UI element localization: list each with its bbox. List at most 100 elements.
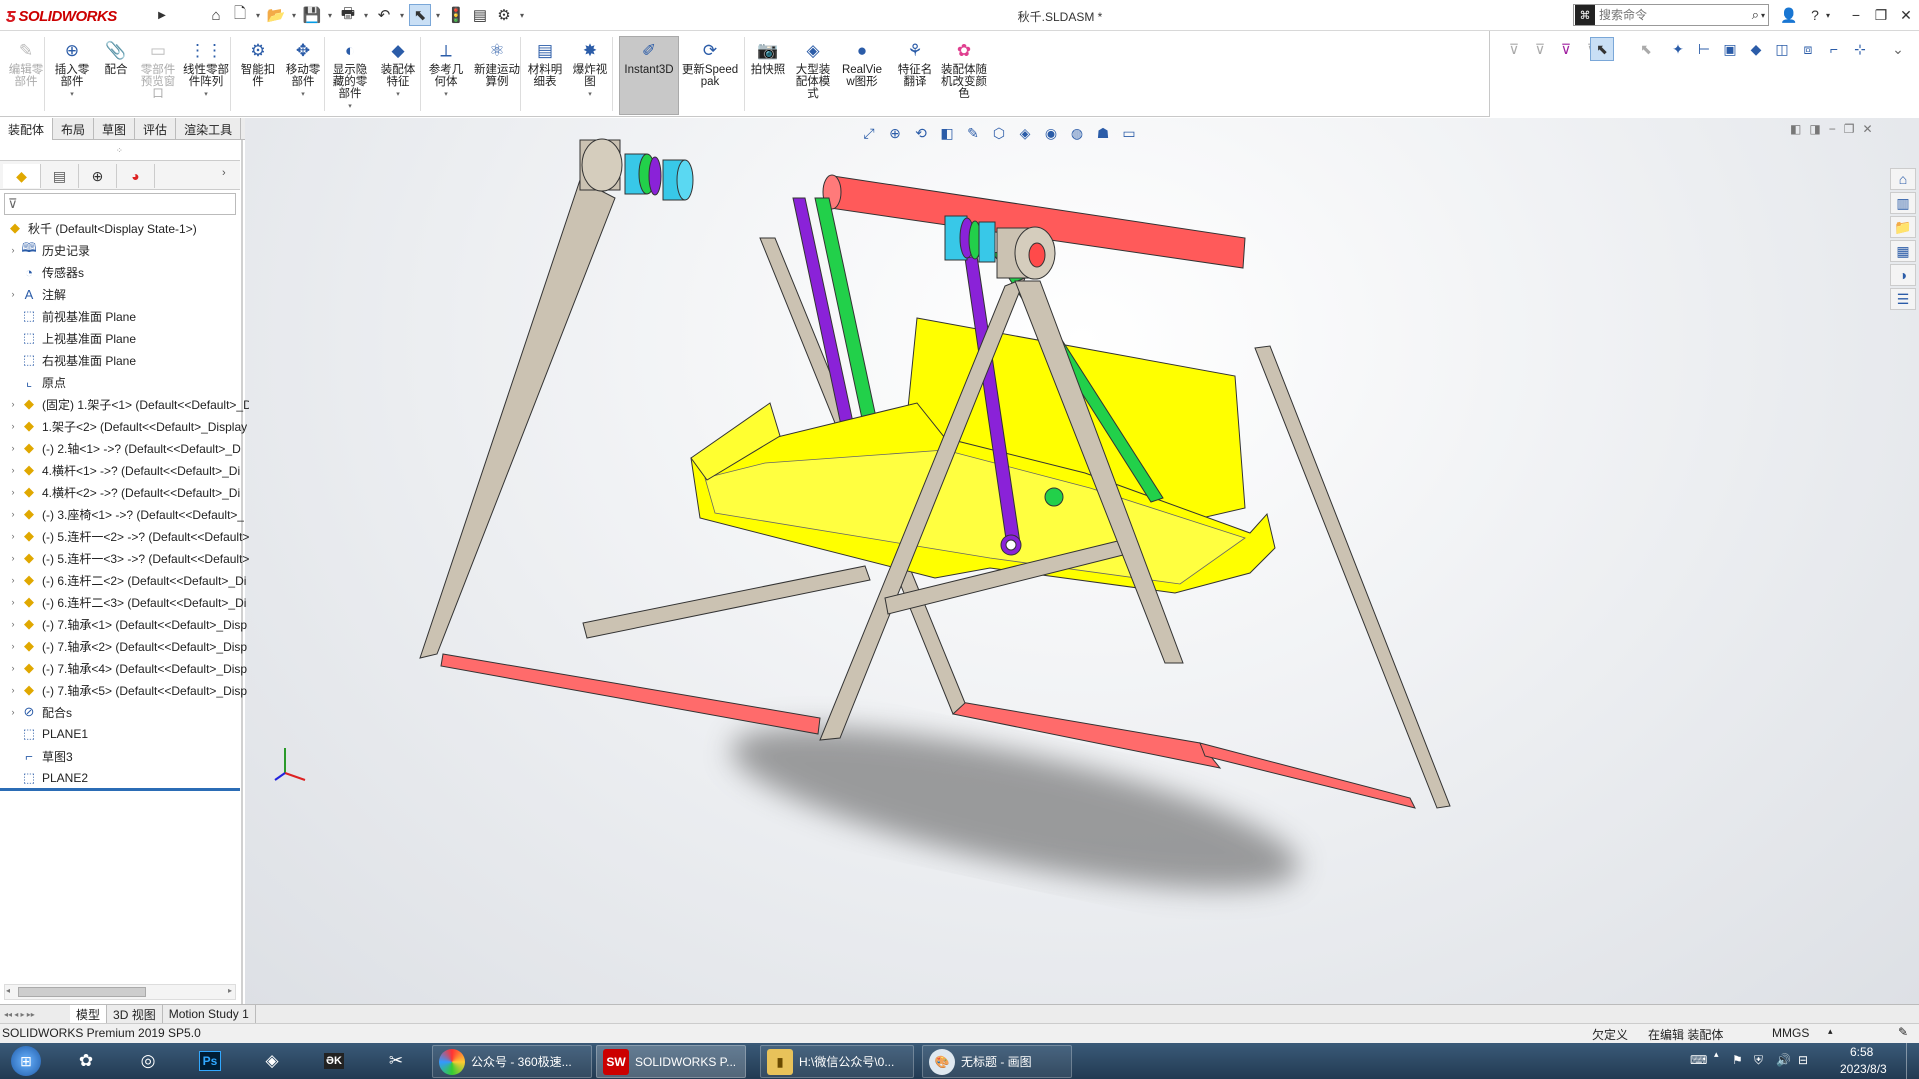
file-properties-icon[interactable]: ▤ — [469, 4, 491, 26]
chevron-right-icon[interactable]: › — [6, 399, 20, 409]
restore-icon[interactable]: ❐ — [1870, 4, 1892, 26]
component-select-icon[interactable]: ◆ — [1744, 37, 1768, 61]
tab-nav-icons[interactable]: ◂◂ ◂ ▸ ▸▸ — [0, 1010, 70, 1019]
chevron-down-icon[interactable]: ▾ — [517, 11, 527, 20]
chevron-right-icon[interactable]: › — [6, 245, 20, 255]
pinned-app-3-icon[interactable]: ƏK — [310, 1045, 358, 1077]
appearances-icon[interactable]: ◑ — [1890, 264, 1916, 286]
zoom-to-fit-icon[interactable]: ⤢ — [858, 122, 880, 144]
security-icon[interactable]: ⛨ — [1754, 1053, 1763, 1068]
select-over-geometry-icon[interactable]: ⬉ — [1634, 37, 1658, 61]
chevron-down-icon[interactable]: ▾ — [397, 11, 407, 20]
ribbon-button-snapshot[interactable]: 📷 拍快照 — [746, 39, 790, 76]
tree-item[interactable]: › ⊘ 配合s — [6, 701, 249, 723]
edit-appearance-icon[interactable]: ◍ — [1066, 122, 1088, 144]
ribbon-button-realview[interactable]: ● RealView图形 — [838, 39, 886, 88]
tree-item[interactable]: › ◆ (-) 6.连杆二<3> (Default<<Default>_Di — [6, 591, 249, 613]
units-selector[interactable]: MMGS — [1772, 1026, 1809, 1040]
viewport-close-icon[interactable]: ✕ — [1862, 122, 1872, 136]
chevron-down-icon[interactable]: ▾ — [70, 89, 74, 101]
tab-4[interactable]: 渲染工具 — [176, 118, 242, 140]
tree-item[interactable]: ◔ 传感器s — [6, 261, 249, 283]
ribbon-button-reference-geometry[interactable]: ⟂ 参考几何体 ▾ — [424, 39, 468, 101]
graphics-area[interactable] — [245, 118, 1919, 1004]
ribbon-button-feature-translate[interactable]: ⚘ 特征名翻译 — [893, 39, 937, 88]
tree-item[interactable]: ⬚ 上视基准面 Plane — [6, 327, 249, 349]
chevron-down-icon[interactable]: ▾ — [348, 101, 352, 113]
filter-edges-icon[interactable]: ⊽ — [1528, 37, 1552, 61]
filter-faces-icon[interactable]: ⊽ — [1554, 37, 1578, 61]
tree-item[interactable]: › 🕮 历史记录 — [6, 239, 249, 261]
chevron-right-icon[interactable]: › — [6, 443, 20, 453]
view-orientation-icon[interactable]: ⬡ — [988, 122, 1010, 144]
chevron-down-icon[interactable]: ▾ — [289, 11, 299, 20]
chevron-right-icon[interactable]: › — [6, 289, 20, 299]
tree-item[interactable]: › ◆ 4.横杆<1> ->? (Default<<Default>_Di — [6, 459, 249, 481]
task-explorer[interactable]: ▮ H:\微信公众号\0... — [760, 1045, 914, 1078]
chevron-right-icon[interactable]: › — [6, 575, 20, 585]
options-gear-icon[interactable]: ⚙ — [493, 4, 515, 26]
search-icon[interactable]: ⌕ — [1750, 7, 1761, 23]
scrollbar-thumb[interactable] — [18, 987, 146, 997]
user-icon[interactable]: 👤 — [1778, 4, 1800, 26]
chevron-down-icon[interactable]: ▾ — [588, 89, 592, 101]
pinned-app-2-icon[interactable]: ◈ — [248, 1045, 296, 1077]
search-input[interactable] — [1595, 6, 1750, 24]
display-manager-tab-icon[interactable]: ◕ — [117, 164, 155, 188]
start-button-icon[interactable]: ⊞ — [2, 1045, 50, 1077]
face-select-icon[interactable]: ⧈ — [1796, 37, 1820, 61]
ribbon-button-insert-component[interactable]: ⊕ 插入零部件 ▾ — [50, 39, 94, 101]
chevron-right-icon[interactable]: › — [6, 531, 20, 541]
ribbon-button-new-motion-study[interactable]: ⚛ 新建运动算例 — [474, 39, 520, 88]
chevron-right-icon[interactable]: › — [6, 597, 20, 607]
ribbon-button-move-component[interactable]: ✥ 移动零部件 ▾ — [282, 39, 324, 101]
tree-item[interactable]: ⬚ PLANE1 — [6, 723, 249, 745]
ribbon-button-random-color[interactable]: ✿ 装配体随机改变颜色 — [940, 39, 988, 100]
chevron-right-icon[interactable]: › — [6, 619, 20, 629]
apply-scene-icon[interactable]: ☗ — [1092, 122, 1114, 144]
feature-manager-tab-icon[interactable]: ◆ — [3, 164, 41, 188]
clock-date[interactable]: 2023/8/3 — [1840, 1062, 1887, 1076]
plane-select-icon[interactable]: ▣ — [1718, 37, 1742, 61]
volume-icon[interactable]: 🔊 — [1776, 1053, 1791, 1067]
open-icon[interactable]: 📂 — [265, 4, 287, 26]
save-icon[interactable]: 💾 — [301, 4, 323, 26]
previous-view-icon[interactable]: ⟲ — [910, 122, 932, 144]
tab-1[interactable]: 布局 — [53, 118, 95, 140]
rollback-bar[interactable] — [0, 788, 240, 791]
chevron-right-icon[interactable]: › — [6, 707, 20, 717]
solidworks-logo[interactable]: ƽ SOLIDWORKS — [6, 2, 152, 30]
minimize-icon[interactable]: − — [1845, 4, 1867, 26]
ribbon-button-linear-pattern[interactable]: ⋮⋮ 线性零部件阵列 ▾ — [178, 39, 234, 101]
task-paint[interactable]: 🎨 无标题 - 画图 — [922, 1045, 1072, 1078]
viewport-tile-left-icon[interactable]: ◧ — [1790, 122, 1801, 136]
keyboard-icon[interactable]: ⌨ — [1690, 1053, 1707, 1067]
tray-expand-icon[interactable]: ▴ — [1714, 1049, 1719, 1060]
chevron-down-icon[interactable]: ▾ — [1761, 11, 1768, 20]
chevron-right-icon[interactable]: › — [6, 553, 20, 563]
new-document-icon[interactable]: 🗋 — [229, 4, 251, 26]
file-explorer-icon[interactable]: 📁 — [1890, 216, 1916, 238]
configuration-manager-tab-icon[interactable]: ⊕ — [79, 164, 117, 188]
chevron-right-icon[interactable]: › — [6, 641, 20, 651]
tree-item[interactable]: › ◆ (-) 2.轴<1> ->? (Default<<Default>_D — [6, 437, 249, 459]
pinned-browser-icon[interactable]: ◎ — [124, 1045, 172, 1077]
tree-item[interactable]: ⬚ PLANE2 — [6, 767, 249, 789]
clock-time[interactable]: 6:58 — [1850, 1045, 1873, 1059]
ribbon-button-large-assembly[interactable]: ◈ 大型装配体模式 — [791, 39, 835, 100]
point-icon[interactable]: ✦ — [1666, 37, 1690, 61]
undo-icon[interactable]: ↶ — [373, 4, 395, 26]
dynamic-annotation-icon[interactable]: ✎ — [962, 122, 984, 144]
chevron-right-icon[interactable]: › — [6, 509, 20, 519]
pinned-app-1-icon[interactable]: ✿ — [62, 1045, 110, 1077]
viewport-minimize-icon[interactable]: − — [1829, 122, 1836, 136]
ribbon-button-bom[interactable]: ▤ 材料明细表 — [523, 39, 567, 88]
chevron-down-icon[interactable]: ▾ — [253, 11, 263, 20]
filter-icon[interactable]: ⊽ — [1502, 37, 1526, 61]
print-icon[interactable]: 🖶 — [337, 4, 359, 26]
chevron-up-icon[interactable]: ▴ — [1828, 1026, 1833, 1037]
tree-item[interactable]: › ◆ (-) 5.连杆一<2> ->? (Default<<Default> — [6, 525, 250, 547]
view-settings-icon[interactable]: ▭ — [1118, 122, 1140, 144]
select-arrow-icon[interactable]: ⬉ — [409, 4, 431, 26]
view-palette-icon[interactable]: ▦ — [1890, 240, 1916, 262]
